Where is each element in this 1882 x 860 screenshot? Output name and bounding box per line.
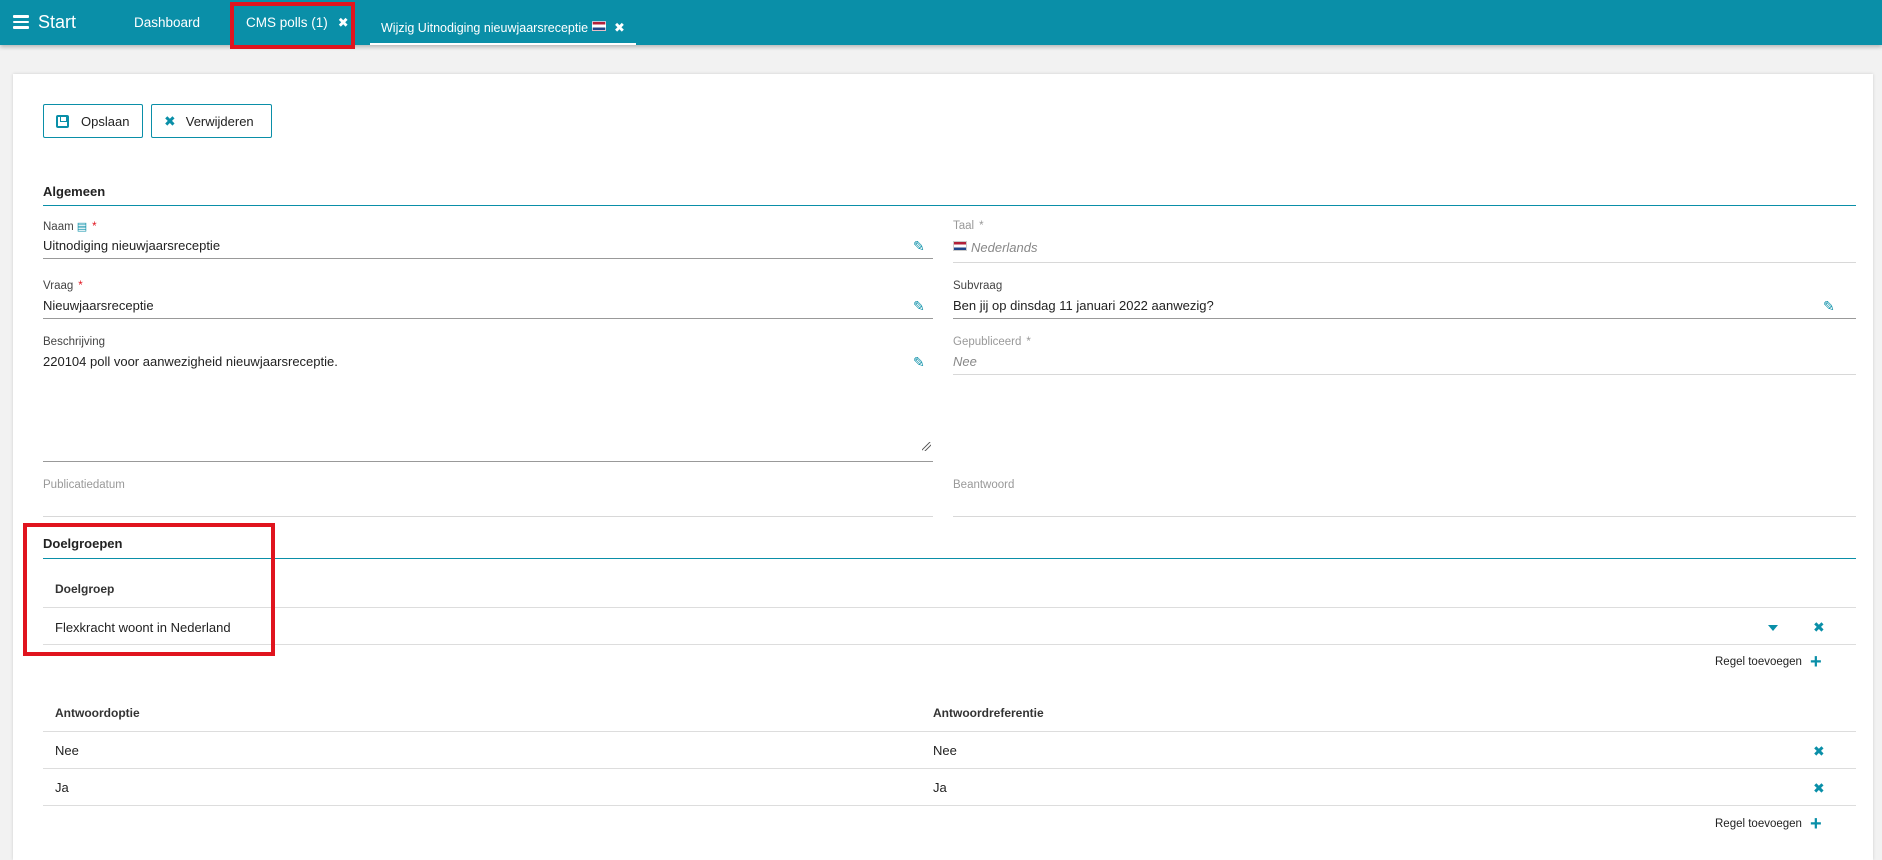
hamburger-menu-icon[interactable] xyxy=(13,15,29,29)
beschrijving-label: Beschrijving xyxy=(43,336,105,348)
edit-pencil-icon[interactable]: ✎ xyxy=(913,238,925,255)
delete-button[interactable]: ✖ Verwijderen xyxy=(151,104,272,138)
table-row-divider xyxy=(43,731,1856,732)
gepubliceerd-label-text: Gepubliceerd xyxy=(953,336,1022,348)
vraag-label-text: Vraag xyxy=(43,280,74,292)
delete-button-label: Verwijderen xyxy=(185,113,254,129)
taal-label: Taal * xyxy=(953,220,984,232)
beschrijving-underline xyxy=(43,461,933,462)
close-icon: ✖ xyxy=(164,112,176,129)
dutch-flag-icon xyxy=(953,241,967,251)
save-button[interactable]: Opslaan xyxy=(43,104,143,138)
plus-icon: + xyxy=(1809,651,1822,673)
subvraag-label: Subvraag xyxy=(953,280,1003,292)
publicatiedatum-label: Publicatiedatum xyxy=(43,479,125,491)
add-row-label: Regel toevoegen xyxy=(1715,818,1802,830)
delete-row-icon[interactable]: ✖ xyxy=(1813,743,1825,760)
gepubliceerd-label: Gepubliceerd * xyxy=(953,336,1031,348)
section-title-algemeen: Algemeen xyxy=(43,184,106,199)
tab-cms-polls-label: CMS polls (1) xyxy=(246,15,328,30)
tab-wijzig-poll[interactable]: Wijzig Uitnodiging nieuwjaarsreceptie ✖ xyxy=(370,0,636,45)
naam-field[interactable]: Uitnodiging nieuwjaarsreceptie xyxy=(43,238,220,253)
table-row-divider xyxy=(43,768,1856,769)
delete-row-icon[interactable]: ✖ xyxy=(1813,780,1825,797)
subvraag-underline xyxy=(953,318,1856,319)
antwoordoptie-column-header: Antwoordoptie xyxy=(55,706,140,720)
table-row-divider xyxy=(43,644,1856,645)
tab-wijzig-label: Wijzig Uitnodiging nieuwjaarsreceptie xyxy=(381,21,589,35)
start-link[interactable]: Start xyxy=(38,12,76,33)
edit-pencil-icon[interactable]: ✎ xyxy=(913,298,925,315)
close-tab-icon[interactable]: ✖ xyxy=(614,20,625,36)
table-row-divider xyxy=(43,805,1856,806)
antwoordoptie-cell[interactable]: Nee xyxy=(55,743,79,758)
antwoordreferentie-cell[interactable]: Ja xyxy=(933,780,947,795)
section-title-doelgroepen: Doelgroepen xyxy=(43,536,123,551)
doelgroep-select[interactable]: Flexkracht woont in Nederland xyxy=(55,620,231,635)
top-navigation-bar: Start Dashboard CMS polls (1) ✖ Wijzig Ui… xyxy=(0,0,1882,45)
required-marker: * xyxy=(92,221,97,233)
section-divider xyxy=(43,558,1856,559)
add-antwoord-row-button[interactable]: Regel toevoegen + xyxy=(1715,813,1822,835)
dropdown-caret-icon[interactable] xyxy=(1768,625,1778,631)
save-icon xyxy=(56,114,69,128)
tab-dashboard-label: Dashboard xyxy=(134,15,201,30)
dutch-flag-icon xyxy=(592,21,607,31)
book-icon[interactable]: ▤ xyxy=(77,221,87,233)
tab-dashboard[interactable]: Dashboard xyxy=(134,15,200,30)
add-row-label: Regel toevoegen xyxy=(1715,656,1802,668)
taal-underline xyxy=(953,262,1856,263)
antwoordoptie-cell[interactable]: Ja xyxy=(55,780,69,795)
textarea-resize-handle[interactable] xyxy=(922,442,931,451)
publicatiedatum-underline xyxy=(43,516,933,517)
tab-cms-polls[interactable]: CMS polls (1) ✖ xyxy=(246,15,349,31)
naam-label: Naam ▤ * xyxy=(43,220,97,233)
save-button-label: Opslaan xyxy=(81,113,130,129)
taal-field: Nederlands xyxy=(953,240,1038,255)
beantwoord-underline xyxy=(953,516,1856,517)
vraag-underline xyxy=(43,318,933,319)
beschrijving-textarea[interactable]: 220104 poll voor aanwezigheid nieuwjaars… xyxy=(43,354,338,369)
required-marker: * xyxy=(1026,336,1031,348)
table-row-divider xyxy=(43,607,1856,608)
vraag-label: Vraag * xyxy=(43,280,83,292)
edit-pencil-icon[interactable]: ✎ xyxy=(1823,298,1835,315)
taal-value: Nederlands xyxy=(971,240,1038,255)
taal-label-text: Taal xyxy=(953,220,975,232)
antwoordreferentie-cell[interactable]: Nee xyxy=(933,743,957,758)
naam-label-text: Naam xyxy=(43,221,74,233)
add-doelgroep-row-button[interactable]: Regel toevoegen + xyxy=(1715,651,1822,673)
edit-pencil-icon[interactable]: ✎ xyxy=(913,354,925,371)
gepubliceerd-field: Nee xyxy=(953,354,977,369)
edit-poll-panel: Opslaan ✖ Verwijderen Algemeen Naam ▤ * Ui… xyxy=(13,74,1873,860)
naam-underline xyxy=(43,258,933,259)
close-tab-icon[interactable]: ✖ xyxy=(338,15,349,31)
required-marker: * xyxy=(979,220,984,232)
beantwoord-label: Beantwoord xyxy=(953,479,1015,491)
vraag-field[interactable]: Nieuwjaarsreceptie xyxy=(43,298,154,313)
gepubliceerd-underline xyxy=(953,374,1856,375)
doelgroep-column-header: Doelgroep xyxy=(55,582,115,596)
required-marker: * xyxy=(78,280,83,292)
plus-icon: + xyxy=(1809,813,1822,835)
section-divider xyxy=(43,205,1856,206)
antwoordreferentie-column-header: Antwoordreferentie xyxy=(933,706,1044,720)
delete-row-icon[interactable]: ✖ xyxy=(1813,619,1825,636)
subvraag-field[interactable]: Ben jij op dinsdag 11 januari 2022 aanwe… xyxy=(953,298,1214,313)
